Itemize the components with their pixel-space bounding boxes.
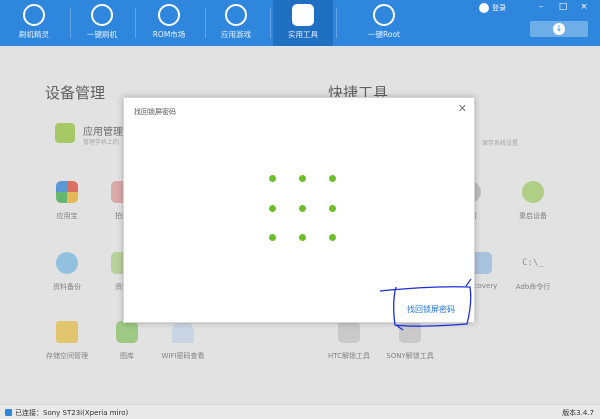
grid-icon	[292, 4, 314, 26]
unlock-pattern-dialog: 找回锁屏密码 ✕ 找回锁屏密码	[123, 97, 475, 323]
shield-icon	[23, 4, 45, 26]
nav-label: 应用游戏	[221, 30, 251, 39]
nav-divider	[135, 8, 136, 38]
pattern-dot	[299, 205, 306, 212]
nav-item-utilities[interactable]: 实用工具	[273, 0, 333, 46]
mail-icon	[225, 4, 247, 26]
cursor-icon	[91, 4, 113, 26]
status-bar: 已连接：Sony ST23i(Xperia miro) 版本3.4.7	[0, 404, 600, 419]
nav-item-one-click-root[interactable]: 一键Root	[354, 0, 414, 46]
pattern-dot	[269, 234, 276, 241]
maximize-icon[interactable]: □	[557, 1, 569, 13]
nav-label: 实用工具	[288, 30, 318, 39]
android-icon	[373, 4, 395, 26]
download-icon: ↓	[553, 23, 565, 35]
rom-icon	[158, 4, 180, 26]
nav-divider	[70, 8, 71, 38]
top-nav-bar: 刷机精灵 一键刷机 ROM市场 应用游戏 实用工具 一键Root 登录 – □ …	[0, 0, 600, 46]
close-icon[interactable]: ✕	[458, 102, 467, 115]
nav-item-rom-market[interactable]: ROM市场	[139, 0, 199, 46]
phone-icon	[5, 409, 12, 416]
nav-divider	[336, 8, 337, 38]
recover-lock-password-link[interactable]: 找回锁屏密码	[407, 304, 455, 315]
pattern-dot	[329, 234, 336, 241]
nav-label: 一键Root	[368, 30, 400, 39]
connection-status: 已连接：Sony ST23i(Xperia miro)	[5, 408, 128, 418]
nav-label: ROM市场	[152, 30, 186, 39]
login-link[interactable]: 登录	[479, 3, 506, 13]
close-icon[interactable]: ×	[578, 1, 590, 13]
user-icon	[479, 3, 489, 13]
version-label: 版本3.4.7	[562, 409, 594, 417]
dialog-title: 找回锁屏密码	[134, 108, 176, 116]
pattern-dot	[329, 205, 336, 212]
nav-item-flash-wizard[interactable]: 刷机精灵	[4, 0, 64, 46]
nav-label: 一键刷机	[87, 30, 117, 39]
nav-item-one-click-flash[interactable]: 一键刷机	[72, 0, 132, 46]
login-label: 登录	[492, 4, 506, 12]
nav-divider	[270, 8, 271, 38]
pattern-dot	[299, 175, 306, 182]
pattern-dot	[269, 205, 276, 212]
pattern-dot	[269, 175, 276, 182]
download-button[interactable]: ↓	[530, 21, 588, 37]
nav-label: 刷机精灵	[19, 30, 49, 39]
pattern-dot	[299, 234, 306, 241]
nav-item-apps-games[interactable]: 应用游戏	[206, 0, 266, 46]
connection-text: 已连接：Sony ST23i(Xperia miro)	[15, 409, 129, 417]
pattern-dot	[329, 175, 336, 182]
minimize-icon[interactable]: –	[535, 1, 547, 13]
